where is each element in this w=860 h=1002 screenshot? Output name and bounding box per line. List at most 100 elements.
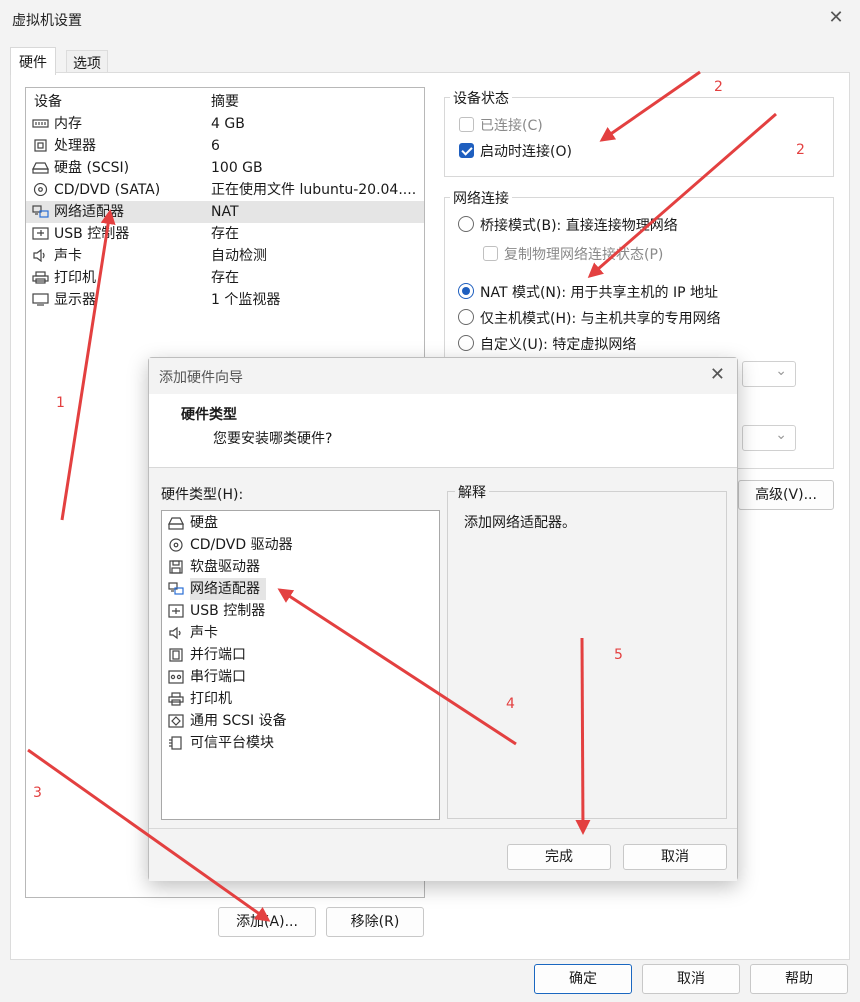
tab-options[interactable]: 选项 (66, 50, 108, 72)
nat-label: NAT 模式(N): 用于共享主机的 IP 地址 (480, 285, 718, 301)
usb-icon (32, 227, 49, 240)
wizard-header-subtitle: 您要安装哪类硬件? (213, 431, 333, 447)
scsi-device-icon (168, 714, 184, 728)
custom-network-dropdown[interactable] (742, 361, 796, 387)
connected-checkbox[interactable] (459, 117, 474, 132)
floppy-icon (169, 560, 183, 574)
column-header-summary: 摘要 (211, 94, 239, 110)
explanation-text: 添加网络适配器。 (464, 515, 576, 531)
tab-hardware[interactable]: 硬件 (10, 47, 56, 75)
annotation-number-2b: 2 (796, 142, 805, 158)
annotation-number-1: 1 (56, 395, 65, 411)
network-adapter-icon (32, 205, 49, 218)
serial-port-icon (168, 670, 184, 684)
wizard-cancel-button[interactable]: 取消 (623, 844, 727, 870)
wizard-title-bar: 添加硬件向导 ✕ (149, 358, 737, 394)
monitor-icon (32, 293, 49, 306)
speaker-icon (169, 626, 181, 640)
device-row[interactable]: 显示器 1 个监视器 (26, 289, 424, 311)
annotation-number-5: 5 (614, 647, 623, 663)
device-name: 打印机 (54, 270, 96, 286)
bridged-radio[interactable] (458, 216, 474, 232)
device-row[interactable]: 声卡 自动检测 (26, 245, 424, 267)
device-name: 显示器 (54, 292, 96, 308)
title-bar: 虚拟机设置 ✕ (0, 0, 860, 38)
column-header-device: 设备 (34, 94, 62, 110)
device-summary: 100 GB (211, 160, 263, 176)
device-summary: 自动检测 (211, 248, 267, 264)
custom-radio[interactable] (458, 335, 474, 351)
device-name: USB 控制器 (54, 226, 130, 242)
connected-label: 已连接(C) (480, 118, 543, 134)
printer-icon (32, 271, 49, 284)
wizard-footer: 完成 取消 (149, 829, 737, 881)
device-row[interactable]: CD/DVD (SATA) 正在使用文件 lubuntu-20.04.... (26, 179, 424, 201)
device-row[interactable]: USB 控制器 存在 (26, 223, 424, 245)
replicate-state-label: 复制物理网络连接状态(P) (504, 247, 664, 263)
ok-button[interactable]: 确定 (534, 964, 632, 994)
remove-hardware-button[interactable]: 移除(R) (326, 907, 424, 937)
device-row[interactable]: 打印机 存在 (26, 267, 424, 289)
custom-label: 自定义(U): 特定虚拟网络 (480, 337, 637, 353)
device-summary: NAT (211, 204, 239, 220)
wizard-close-icon[interactable]: ✕ (710, 364, 725, 385)
harddisk-icon (32, 162, 49, 174)
hardware-type-list[interactable]: 硬盘 CD/DVD 驱动器 软盘驱动器 网络适配器 USB 控制器 声卡 并行端… (161, 510, 440, 820)
cancel-button[interactable]: 取消 (642, 964, 740, 994)
device-summary: 6 (211, 138, 220, 154)
device-status-title: 设备状态 (450, 88, 512, 108)
annotation-number-3: 3 (33, 785, 42, 801)
device-row[interactable]: 处理器 6 (26, 135, 424, 157)
device-name: 内存 (54, 116, 82, 132)
connect-at-power-on-label: 启动时连接(O) (480, 144, 572, 160)
network-connection-title: 网络连接 (450, 188, 512, 208)
host-only-label: 仅主机模式(H): 与主机共享的专用网络 (480, 311, 721, 327)
advanced-button[interactable]: 高级(V)... (738, 480, 834, 510)
host-only-radio[interactable] (458, 309, 474, 325)
device-name: 硬盘 (SCSI) (54, 160, 130, 176)
parallel-port-icon (169, 648, 183, 662)
usb-icon (168, 604, 184, 618)
nat-radio[interactable] (458, 283, 474, 299)
explanation-title: 解释 (455, 482, 489, 502)
replicate-state-checkbox[interactable] (483, 246, 498, 261)
device-name: CD/DVD (SATA) (54, 182, 161, 198)
help-button[interactable]: 帮助 (750, 964, 848, 994)
add-hardware-button[interactable]: 添加(A)... (218, 907, 316, 937)
device-row-network-adapter[interactable]: 网络适配器 NAT (26, 201, 424, 223)
device-status-group (444, 97, 834, 177)
cdrom-icon (33, 183, 48, 196)
device-summary: 存在 (211, 226, 239, 242)
wizard-header: 硬件类型 您要安装哪类硬件? (149, 394, 737, 468)
printer-icon (168, 692, 184, 706)
device-summary: 正在使用文件 lubuntu-20.04.... (211, 182, 417, 198)
harddisk-icon (168, 517, 184, 530)
device-summary: 存在 (211, 270, 239, 286)
network-adapter-icon (168, 582, 184, 595)
annotation-number-4: 4 (506, 696, 515, 712)
close-icon[interactable]: ✕ (826, 8, 846, 28)
bridged-label: 桥接模式(B): 直接连接物理网络 (480, 218, 678, 234)
finish-button[interactable]: 完成 (507, 844, 611, 870)
device-name: 网络适配器 (54, 204, 124, 220)
device-row[interactable]: 内存 4 GB (26, 113, 424, 135)
device-row[interactable]: 硬盘 (SCSI) 100 GB (26, 157, 424, 179)
cdrom-icon (169, 538, 183, 552)
add-hardware-wizard: 添加硬件向导 ✕ 硬件类型 您要安装哪类硬件? 硬件类型(H): 硬盘 CD/D… (148, 357, 738, 881)
device-summary: 1 个监视器 (211, 292, 281, 308)
lan-segment-dropdown[interactable] (742, 425, 796, 451)
annotation-number-2a: 2 (714, 79, 723, 95)
device-name: 声卡 (54, 248, 82, 264)
cpu-icon (34, 139, 47, 152)
hardware-type-label: 硬件类型(H): (161, 487, 244, 503)
tpm-icon (169, 736, 182, 750)
speaker-icon (33, 249, 45, 262)
window-title: 虚拟机设置 (12, 13, 82, 29)
explanation-box: 添加网络适配器。 (447, 491, 727, 819)
device-summary: 4 GB (211, 116, 245, 132)
connect-at-power-on-checkbox[interactable] (459, 143, 474, 158)
memory-icon (32, 119, 49, 128)
wizard-header-title: 硬件类型 (181, 407, 237, 423)
device-name: 处理器 (54, 138, 96, 154)
wizard-title: 添加硬件向导 (159, 370, 243, 386)
